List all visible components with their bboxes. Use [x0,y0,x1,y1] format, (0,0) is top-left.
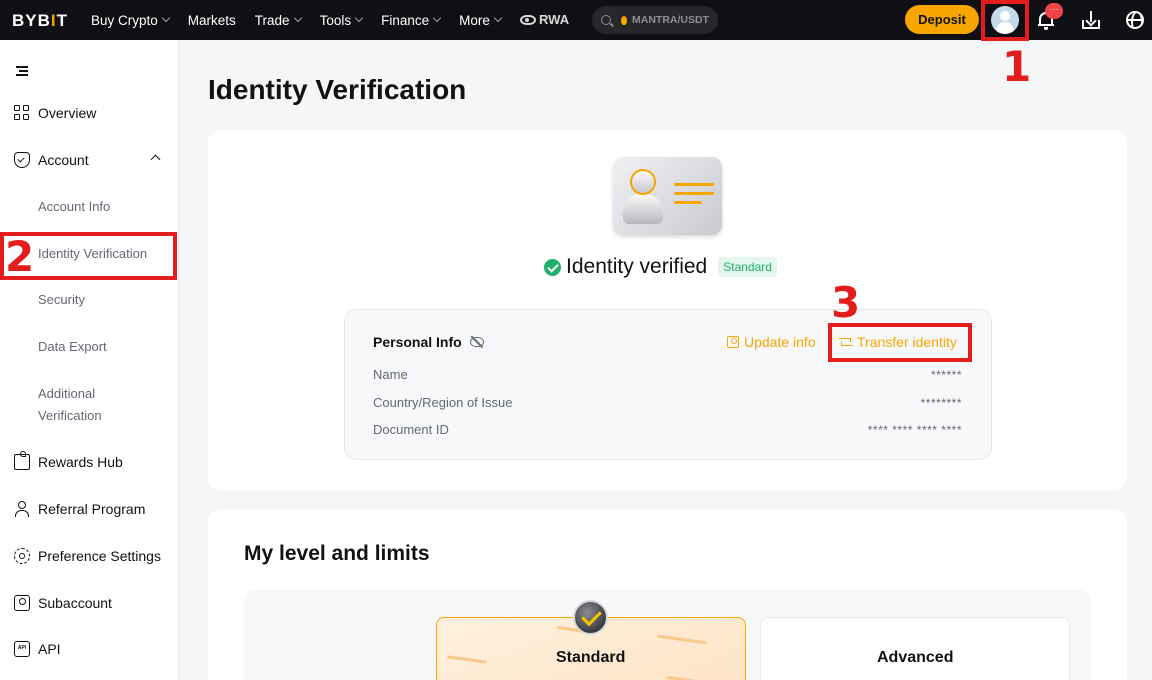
status-text: Identity verified [566,255,708,278]
token-icon [621,15,627,25]
referral-person-icon [14,501,30,517]
main-nav: Buy Crypto Markets Trade Tools Finance M… [91,0,520,40]
chevron-down-icon [161,13,171,23]
account-shield-icon [14,152,30,168]
sidebar-item-api[interactable]: API API [14,641,61,657]
preferences-gear-icon [14,548,30,564]
country-value: ******** [920,396,962,410]
status-badge: Standard [718,257,777,277]
sidebar-item-rewards-hub[interactable]: Rewards Hub [14,451,123,470]
globe-icon[interactable] [1126,11,1144,29]
deposit-button[interactable]: Deposit [905,5,979,34]
download-icon[interactable] [1082,11,1100,29]
notification-badge: ··· [1045,3,1063,19]
country-label: Country/Region of Issue [373,395,513,410]
search-icon [601,15,611,25]
bybit-logo[interactable]: BYBIT [12,11,68,31]
sidebar-item-subaccount[interactable]: Subaccount [14,595,112,611]
chevron-down-icon [293,13,302,23]
eye-off-icon[interactable] [469,337,484,347]
overview-icon [14,105,30,121]
limits-title: My level and limits [244,542,430,565]
page-title: Identity Verification [208,74,467,105]
chevron-down-icon [493,13,503,23]
top-navigation-bar: BYBIT Buy Crypto Markets Trade Tools Fin… [0,0,1152,40]
annotation-number-2: 2 [5,232,35,281]
rwa-link[interactable]: RWA [520,12,569,27]
verification-status: Identity verified Standard [544,255,777,279]
name-value: ****** [930,368,962,382]
search-input[interactable]: MANTRA/USDT [592,6,718,34]
api-icon: API [14,641,30,657]
nav-finance[interactable]: Finance [381,13,442,28]
level-name-standard: Standard [556,649,626,666]
sidebar [0,40,179,680]
chevron-down-icon [354,13,364,23]
document-id-label: Document ID [373,422,449,437]
sidebar-item-referral[interactable]: Referral Program [14,501,145,517]
rewards-gift-icon [14,451,30,470]
sidebar-subitem-data-export[interactable]: Data Export [38,336,107,358]
update-info-link[interactable]: Update info [727,334,816,350]
annotation-number-1: 1 [1002,42,1032,91]
chevron-down-icon [432,13,442,23]
update-info-icon [727,336,739,348]
document-id-value: **** **** **** **** [867,423,962,437]
sidebar-subitem-account-info[interactable]: Account Info [38,196,110,218]
menu-collapse-icon[interactable] [16,66,28,76]
sidebar-item-preferences[interactable]: Preference Settings [14,548,161,564]
standard-medal-icon [573,600,608,635]
annotation-number-3: 3 [831,278,861,327]
personal-info-title: Personal Info [373,334,484,350]
verified-check-icon [544,258,561,276]
sidebar-subitem-security[interactable]: Security [38,289,85,311]
level-name-advanced: Advanced [877,649,954,666]
annotation-box-3 [828,323,972,362]
subaccount-icon [14,595,30,611]
nav-markets[interactable]: Markets [188,13,236,28]
sidebar-subitem-additional-verification[interactable]: Additional Verification [38,383,128,427]
id-card-illustration [613,157,722,235]
nav-trade[interactable]: Trade [255,13,302,28]
nav-buy-crypto[interactable]: Buy Crypto [91,13,171,28]
sidebar-item-overview[interactable]: Overview [14,105,96,121]
sidebar-item-account[interactable]: Account [14,152,89,168]
annotation-box-1 [981,0,1029,41]
nav-more[interactable]: More [459,13,503,28]
name-label: Name [373,367,408,382]
rwa-eye-icon [520,14,536,25]
nav-tools[interactable]: Tools [320,13,364,28]
